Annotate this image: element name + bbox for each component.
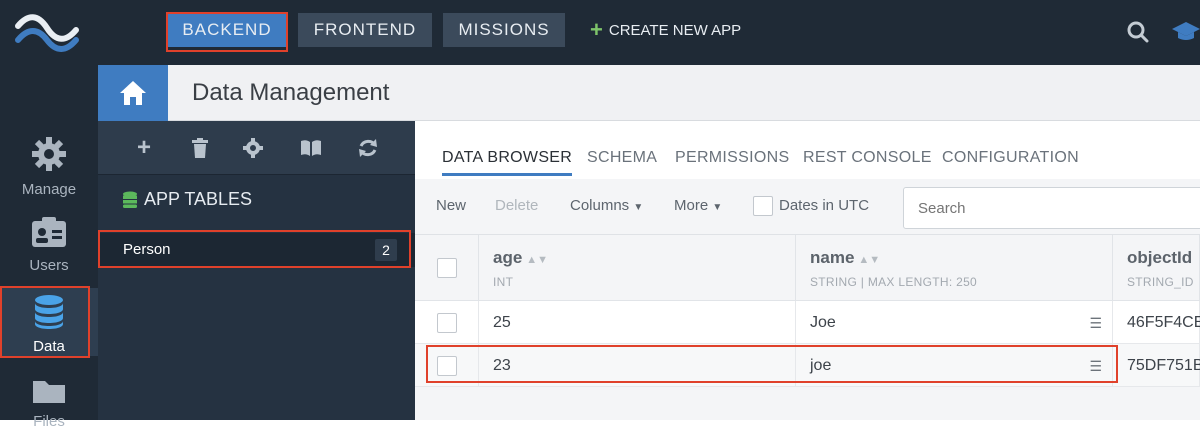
trash-icon[interactable] xyxy=(189,137,211,159)
book-icon[interactable] xyxy=(300,137,322,159)
tab-permissions[interactable]: PERMISSIONS xyxy=(675,149,789,167)
page-title: Data Management xyxy=(192,79,390,106)
column-name: age ▲▼ xyxy=(493,248,549,267)
tab-schema[interactable]: SCHEMA xyxy=(587,149,657,167)
tab-rest-console[interactable]: REST CONSOLE xyxy=(803,149,932,167)
dates-utc-label: Dates in UTC xyxy=(779,197,870,214)
refresh-icon[interactable] xyxy=(357,137,379,159)
rail-item-files[interactable]: Files xyxy=(0,377,98,430)
select-all-checkbox[interactable] xyxy=(437,258,457,278)
sort-icon[interactable]: ▲▼ xyxy=(858,254,880,266)
app-tables-heading: APP TABLES xyxy=(122,189,252,210)
column-type: INT xyxy=(493,275,514,289)
more-label: More xyxy=(674,197,709,214)
tab-configuration[interactable]: CONFIGURATION xyxy=(942,149,1079,167)
expand-editor-icon[interactable]: ☰ xyxy=(1089,315,1102,332)
delete-button[interactable]: Delete xyxy=(495,197,538,214)
sort-icon[interactable]: ▲▼ xyxy=(526,254,548,266)
missions-nav-button[interactable]: MISSIONS xyxy=(443,13,565,47)
tables-panel: + APP TABLES Person 2 xyxy=(98,121,415,420)
database-icon xyxy=(123,191,137,208)
column-header-age[interactable]: age ▲▼ INT xyxy=(479,235,796,301)
plus-icon: + xyxy=(590,17,603,42)
row-select-cell xyxy=(415,301,479,344)
page-header: Data Management xyxy=(168,65,1200,121)
side-rail: Manage Users Data Files xyxy=(0,65,98,430)
app-tables-label: APP TABLES xyxy=(144,189,253,209)
caret-down-icon: ▼ xyxy=(712,202,723,213)
create-app-label: CREATE NEW APP xyxy=(608,21,742,39)
table-cell-age[interactable]: 25 xyxy=(479,301,796,344)
highlight-box xyxy=(426,345,1118,383)
select-all-cell xyxy=(415,235,479,301)
frontend-nav-button[interactable]: FRONTEND xyxy=(298,13,432,47)
tab-bar: DATA BROWSER SCHEMA PERMISSIONS REST CON… xyxy=(415,121,1200,179)
logo-icon[interactable] xyxy=(14,10,80,56)
caret-down-icon: ▼ xyxy=(633,202,644,213)
column-header-name[interactable]: name ▲▼ STRING | MAX LENGTH: 250 xyxy=(796,235,1113,301)
row-checkbox[interactable] xyxy=(437,313,457,333)
column-name: objectId xyxy=(1127,248,1193,267)
rail-item-manage[interactable]: Manage xyxy=(0,135,98,198)
table-tools: + xyxy=(98,121,415,175)
column-type: STRING_ID xyxy=(1127,275,1194,289)
highlight-box xyxy=(166,12,288,52)
folder-icon xyxy=(33,381,65,403)
column-name: name ▲▼ xyxy=(810,248,881,267)
dates-utc-checkbox[interactable] xyxy=(753,196,773,216)
gear-icon[interactable] xyxy=(242,137,264,159)
table-cell-name[interactable]: Joe ☰ xyxy=(796,301,1113,344)
rail-label: Users xyxy=(29,257,69,274)
search-icon[interactable] xyxy=(1126,20,1150,44)
tab-data-browser[interactable]: DATA BROWSER xyxy=(442,149,573,176)
rail-label: Files xyxy=(33,413,65,430)
table-cell-objectid[interactable]: 75DF751B xyxy=(1113,344,1200,387)
columns-dropdown[interactable]: Columns ▼ xyxy=(570,197,643,214)
column-header-objectid[interactable]: objectId STRING_ID xyxy=(1113,235,1200,301)
new-button[interactable]: New xyxy=(436,197,466,214)
add-table-icon[interactable]: + xyxy=(133,134,155,161)
table-cell-objectid[interactable]: 46F5F4CE- xyxy=(1113,301,1200,344)
data-toolbar: New Delete Columns ▼ More ▼ Dates in UTC xyxy=(415,179,1200,235)
rail-label: Manage xyxy=(21,181,77,198)
create-new-app-button[interactable]: + CREATE NEW APP xyxy=(590,13,741,47)
search-input[interactable] xyxy=(903,187,1200,229)
columns-label: Columns xyxy=(570,197,630,214)
graduation-cap-icon[interactable] xyxy=(1172,20,1200,42)
home-icon xyxy=(120,81,146,105)
more-dropdown[interactable]: More ▼ xyxy=(674,197,722,214)
highlight-box xyxy=(0,286,90,358)
gear-icon xyxy=(32,137,66,171)
column-type: STRING | MAX LENGTH: 250 xyxy=(810,275,978,289)
highlight-box xyxy=(98,230,411,268)
user-card-icon xyxy=(32,217,66,247)
rail-item-users[interactable]: Users xyxy=(0,217,98,274)
home-button[interactable] xyxy=(98,65,168,121)
